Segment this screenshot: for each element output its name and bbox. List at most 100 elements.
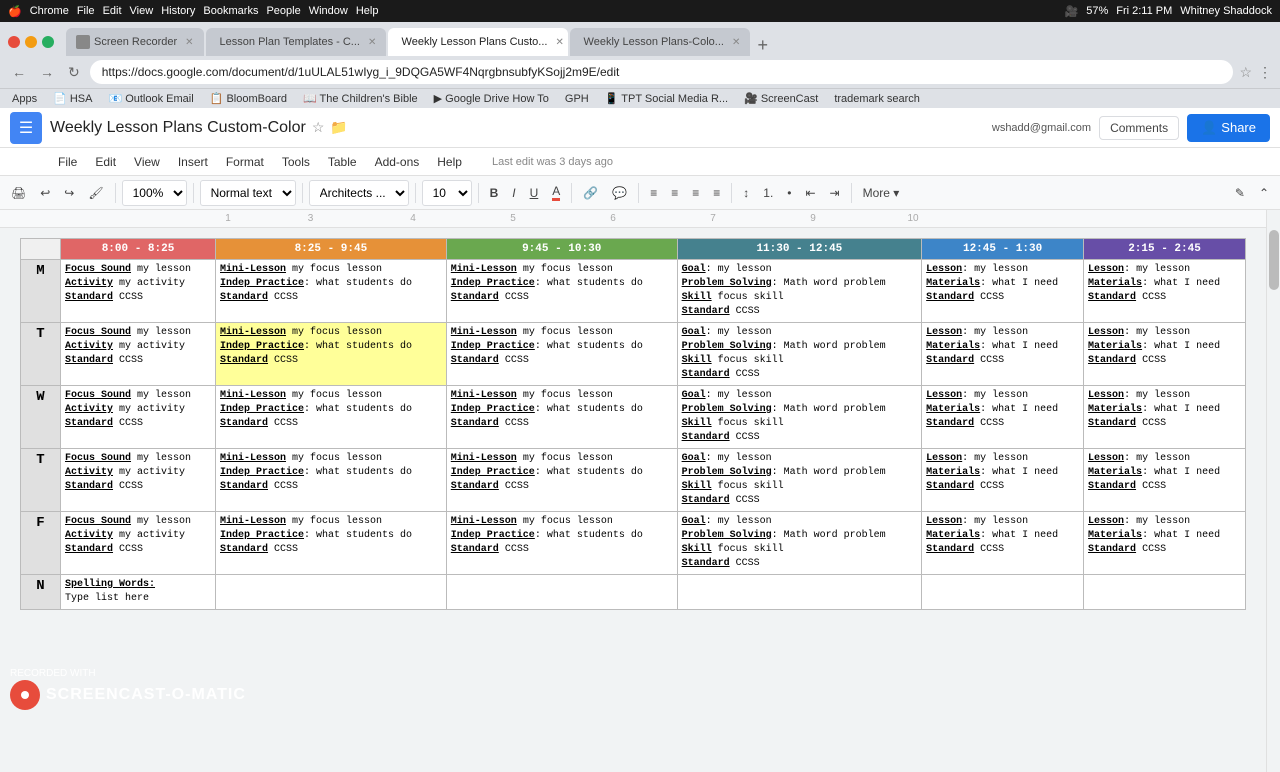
- cell-f-col5[interactable]: Lesson: my lesson Materials: what I need…: [922, 512, 1084, 575]
- cell-th-col2[interactable]: Mini-Lesson my focus lesson Indep Practi…: [216, 449, 447, 512]
- cell-th-col5[interactable]: Lesson: my lesson Materials: what I need…: [922, 449, 1084, 512]
- gdocs-edit-menu[interactable]: Edit: [87, 152, 124, 172]
- tab-close-weekly-lesson-custom[interactable]: ✕: [555, 37, 563, 48]
- style-select[interactable]: Normal text: [200, 180, 296, 206]
- bookmark-tpt-social[interactable]: 📱 TPT Social Media R...: [601, 91, 732, 106]
- window-menu[interactable]: Window: [309, 5, 348, 17]
- history-menu[interactable]: History: [161, 5, 195, 17]
- edit-menu[interactable]: Edit: [103, 5, 122, 17]
- cell-w-col3[interactable]: Mini-Lesson my focus lesson Indep Practi…: [446, 386, 677, 449]
- cell-m-col3[interactable]: Mini-Lesson my focus lesson Indep Practi…: [446, 260, 677, 323]
- cell-n-col6[interactable]: [1084, 575, 1246, 610]
- gdocs-view-menu[interactable]: View: [126, 152, 168, 172]
- cell-t-col2[interactable]: Mini-Lesson my focus lesson Indep Practi…: [216, 323, 447, 386]
- bookmark-bloomboard[interactable]: 📋 BloomBoard: [206, 91, 291, 106]
- bookmark-screencast[interactable]: 🎥 ScreenCast: [740, 91, 822, 106]
- bookmark-childrens-bible[interactable]: 📖 The Children's Bible: [299, 91, 422, 106]
- cell-w-col4[interactable]: Goal: my lesson Problem Solving: Math wo…: [677, 386, 922, 449]
- cell-m-col1[interactable]: Focus Sound my lesson Activity my activi…: [61, 260, 216, 323]
- cell-m-col2[interactable]: Mini-Lesson my focus lesson Indep Practi…: [216, 260, 447, 323]
- align-right-button[interactable]: ≡: [687, 183, 704, 203]
- tab-weekly-lesson-color[interactable]: Weekly Lesson Plans-Colo... ✕: [570, 28, 750, 56]
- maximize-window-btn[interactable]: [42, 36, 54, 48]
- help-menu[interactable]: Help: [356, 5, 379, 17]
- cell-t-col6[interactable]: Lesson: my lesson Materials: what I need…: [1084, 323, 1246, 386]
- tab-close-screen-recorder[interactable]: ✕: [185, 37, 193, 48]
- gdocs-help-menu[interactable]: Help: [429, 152, 470, 172]
- align-left-button[interactable]: ≡: [645, 183, 662, 203]
- increase-indent-button[interactable]: ⇥: [825, 183, 845, 203]
- scrollbar[interactable]: [1266, 210, 1280, 772]
- tab-close-weekly-lesson-color[interactable]: ✕: [732, 37, 740, 48]
- paint-format-button[interactable]: 🖌: [83, 183, 108, 203]
- cell-w-col5[interactable]: Lesson: my lesson Materials: what I need…: [922, 386, 1084, 449]
- cell-t-col5[interactable]: Lesson: my lesson Materials: what I need…: [922, 323, 1084, 386]
- cell-n-col5[interactable]: [922, 575, 1084, 610]
- gdocs-file-menu[interactable]: File: [50, 152, 85, 172]
- bold-button[interactable]: B: [485, 183, 504, 203]
- chrome-menu[interactable]: Chrome: [30, 5, 69, 17]
- gdocs-table-menu[interactable]: Table: [320, 152, 365, 172]
- cell-f-col3[interactable]: Mini-Lesson my focus lesson Indep Practi…: [446, 512, 677, 575]
- align-center-button[interactable]: ≡: [666, 183, 683, 203]
- people-menu[interactable]: People: [266, 5, 300, 17]
- bookmark-trademark[interactable]: trademark search: [830, 92, 924, 106]
- apple-icon[interactable]: 🍎: [8, 5, 22, 18]
- hide-controls-button[interactable]: ⌃: [1254, 183, 1274, 203]
- new-tab-button[interactable]: +: [752, 35, 775, 56]
- bulleted-list-button[interactable]: •: [782, 183, 796, 203]
- comments-button[interactable]: Comments: [1099, 116, 1179, 140]
- gdocs-addons-menu[interactable]: Add-ons: [367, 152, 428, 172]
- link-button[interactable]: 🔗: [578, 183, 603, 203]
- tab-weekly-lesson-custom[interactable]: Weekly Lesson Plans Custo... ✕: [388, 28, 568, 56]
- redo-button[interactable]: ↪: [59, 183, 79, 203]
- cell-w-col2[interactable]: Mini-Lesson my focus lesson Indep Practi…: [216, 386, 447, 449]
- numbered-list-button[interactable]: 1.: [758, 183, 778, 203]
- underline-button[interactable]: U: [525, 183, 544, 203]
- forward-button[interactable]: →: [36, 62, 58, 82]
- zoom-select[interactable]: 100%: [122, 180, 187, 206]
- cell-f-col4[interactable]: Goal: my lesson Problem Solving: Math wo…: [677, 512, 922, 575]
- cell-m-col6[interactable]: Lesson: my lesson Materials: what I need…: [1084, 260, 1246, 323]
- bookmark-outlook[interactable]: 📧 Outlook Email: [104, 91, 197, 106]
- cell-f-col6[interactable]: Lesson: my lesson Materials: what I need…: [1084, 512, 1246, 575]
- tab-lesson-templates[interactable]: Lesson Plan Templates - C... ✕: [206, 28, 386, 56]
- gdocs-folder-icon[interactable]: 📁: [330, 119, 347, 136]
- bookmark-google-drive-how-to[interactable]: ▶ Google Drive How To: [430, 91, 553, 106]
- cell-t-col3[interactable]: Mini-Lesson my focus lesson Indep Practi…: [446, 323, 677, 386]
- cell-w-col1[interactable]: Focus Sound my lesson Activity my activi…: [61, 386, 216, 449]
- gdocs-star-icon[interactable]: ☆: [312, 119, 325, 136]
- line-spacing-button[interactable]: ↕: [738, 183, 754, 203]
- cell-f-col2[interactable]: Mini-Lesson my focus lesson Indep Practi…: [216, 512, 447, 575]
- gdocs-format-menu[interactable]: Format: [218, 152, 272, 172]
- cell-n-col2[interactable]: [216, 575, 447, 610]
- cell-th-col4[interactable]: Goal: my lesson Problem Solving: Math wo…: [677, 449, 922, 512]
- extensions-icon[interactable]: ⋮: [1258, 64, 1272, 81]
- cell-th-col3[interactable]: Mini-Lesson my focus lesson Indep Practi…: [446, 449, 677, 512]
- cell-m-col5[interactable]: Lesson: my lesson Materials: what I need…: [922, 260, 1084, 323]
- cell-n-col1[interactable]: Spelling Words: Type list here: [61, 575, 216, 610]
- tab-close-lesson-templates[interactable]: ✕: [368, 37, 376, 48]
- gdocs-menu-icon[interactable]: ☰: [10, 112, 42, 144]
- bookmark-hsa[interactable]: 📄 HSA: [49, 91, 96, 106]
- cell-w-col6[interactable]: Lesson: my lesson Materials: what I need…: [1084, 386, 1246, 449]
- bookmark-apps[interactable]: Apps: [8, 92, 41, 106]
- gdocs-insert-menu[interactable]: Insert: [170, 152, 216, 172]
- cell-th-col1[interactable]: Focus Sound my lesson Activity my activi…: [61, 449, 216, 512]
- cell-t-col4[interactable]: Goal: my lesson Problem Solving: Math wo…: [677, 323, 922, 386]
- text-color-button[interactable]: A: [547, 181, 565, 204]
- cell-m-col4[interactable]: Goal: my lesson Problem Solving: Math wo…: [677, 260, 922, 323]
- bookmarks-menu[interactable]: Bookmarks: [203, 5, 258, 17]
- undo-button[interactable]: ↩: [35, 183, 55, 203]
- cell-n-col3[interactable]: [446, 575, 677, 610]
- gdocs-tools-menu[interactable]: Tools: [274, 152, 318, 172]
- refresh-button[interactable]: ↻: [64, 62, 84, 83]
- more-button[interactable]: More ▾: [858, 183, 905, 203]
- cell-t-col1[interactable]: Focus Sound my lesson Activity my activi…: [61, 323, 216, 386]
- close-window-btn[interactable]: [8, 36, 20, 48]
- align-justify-button[interactable]: ≡: [708, 183, 725, 203]
- decrease-indent-button[interactable]: ⇤: [800, 183, 820, 203]
- view-menu[interactable]: View: [130, 5, 154, 17]
- bookmark-star-icon[interactable]: ☆: [1239, 64, 1252, 81]
- collapse-toolbar-button[interactable]: ✎: [1230, 183, 1250, 203]
